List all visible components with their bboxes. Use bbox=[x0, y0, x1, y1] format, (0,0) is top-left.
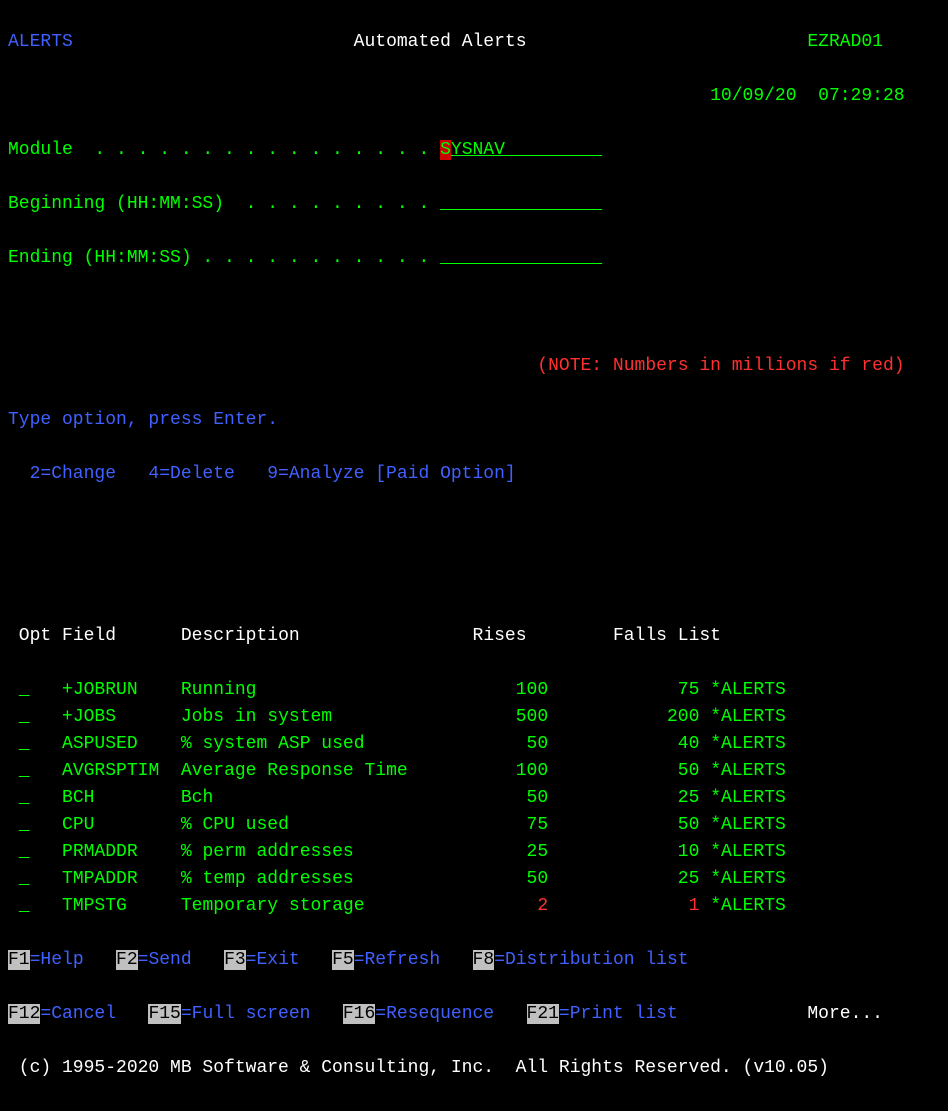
rises-cell: 500 bbox=[419, 707, 549, 727]
fkey-f3-label: =Exit bbox=[246, 950, 300, 970]
falls-cell: 25 bbox=[548, 869, 699, 889]
opt-input[interactable] bbox=[19, 761, 30, 781]
field-cell: CPU bbox=[62, 815, 170, 835]
list-cell: *ALERTS bbox=[710, 734, 786, 754]
rises-cell: 100 bbox=[419, 680, 549, 700]
rises-cell: 50 bbox=[419, 734, 549, 754]
list-cell: *ALERTS bbox=[710, 788, 786, 808]
beginning-label: Beginning (HH:MM:SS) . . . . . . . . . bbox=[8, 194, 429, 214]
falls-cell: 50 bbox=[548, 815, 699, 835]
field-cell: BCH bbox=[62, 788, 170, 808]
field-cell: TMPSTG bbox=[62, 896, 170, 916]
ending-input[interactable] bbox=[440, 248, 602, 268]
list-cell: *ALERTS bbox=[710, 680, 786, 700]
fkey-f8[interactable]: F8 bbox=[473, 950, 495, 970]
fkey-f15-label: =Full screen bbox=[181, 1004, 311, 1024]
fkey-f5-label: =Refresh bbox=[354, 950, 440, 970]
list-cell: *ALERTS bbox=[710, 707, 786, 727]
falls-cell: 10 bbox=[548, 842, 699, 862]
fkey-f8-label: =Distribution list bbox=[494, 950, 688, 970]
opt-input[interactable] bbox=[19, 842, 30, 862]
module-input-cursor[interactable]: S bbox=[440, 140, 451, 160]
module-label: Module . . . . . . . . . . . . . . . . bbox=[8, 140, 429, 160]
fkey-f2-label: =Send bbox=[138, 950, 192, 970]
module-input-pad[interactable] bbox=[505, 140, 602, 160]
fkey-f21-label: =Print list bbox=[559, 1004, 678, 1024]
table-row: AVGRSPTIM Average Response Time 100 50 *… bbox=[8, 758, 940, 785]
panel-id: ALERTS bbox=[8, 32, 73, 52]
fkey-f15[interactable]: F15 bbox=[148, 1004, 180, 1024]
opt-input[interactable] bbox=[19, 869, 30, 889]
date: 10/09/20 bbox=[710, 86, 796, 106]
copyright: (c) 1995-2020 MB Software & Consulting, … bbox=[8, 1055, 940, 1082]
falls-cell: 1 bbox=[548, 896, 699, 916]
opt-input[interactable] bbox=[19, 788, 30, 808]
opt-input[interactable] bbox=[19, 815, 30, 835]
falls-cell: 200 bbox=[548, 707, 699, 727]
field-cell: ASPUSED bbox=[62, 734, 170, 754]
table-row: BCH Bch 50 25 *ALERTS bbox=[8, 785, 940, 812]
desc-cell: Jobs in system bbox=[181, 707, 419, 727]
list-cell: *ALERTS bbox=[710, 896, 786, 916]
table-row: TMPSTG Temporary storage 2 1 *ALERTS bbox=[8, 893, 940, 920]
opt-input[interactable] bbox=[19, 734, 30, 754]
fkey-f21[interactable]: F21 bbox=[527, 1004, 559, 1024]
table-row: +JOBRUN Running 100 75 *ALERTS bbox=[8, 677, 940, 704]
list-cell: *ALERTS bbox=[710, 815, 786, 835]
page-title: Automated Alerts bbox=[354, 32, 527, 52]
fkey-f1-label: =Help bbox=[30, 950, 84, 970]
field-cell: +JOBS bbox=[62, 707, 170, 727]
prompt-line: Type option, press Enter. bbox=[8, 410, 278, 430]
opt-input[interactable] bbox=[19, 707, 30, 727]
list-cell: *ALERTS bbox=[710, 842, 786, 862]
rises-cell: 25 bbox=[419, 842, 549, 862]
option-help: 2=Change 4=Delete 9=Analyze [Paid Option… bbox=[8, 464, 516, 484]
rises-cell: 2 bbox=[419, 896, 549, 916]
falls-cell: 40 bbox=[548, 734, 699, 754]
desc-cell: % temp addresses bbox=[181, 869, 419, 889]
table-row: PRMADDR % perm addresses 25 10 *ALERTS bbox=[8, 839, 940, 866]
field-cell: PRMADDR bbox=[62, 842, 170, 862]
rises-cell: 50 bbox=[419, 788, 549, 808]
fkey-f3[interactable]: F3 bbox=[224, 950, 246, 970]
module-input[interactable]: YSNAV bbox=[451, 140, 505, 160]
rises-cell: 75 bbox=[419, 815, 549, 835]
fkey-f2[interactable]: F2 bbox=[116, 950, 138, 970]
desc-cell: Average Response Time bbox=[181, 761, 419, 781]
desc-cell: Bch bbox=[181, 788, 419, 808]
rises-cell: 50 bbox=[419, 869, 549, 889]
fkey-f16[interactable]: F16 bbox=[343, 1004, 375, 1024]
table-row: CPU % CPU used 75 50 *ALERTS bbox=[8, 812, 940, 839]
field-cell: AVGRSPTIM bbox=[62, 761, 170, 781]
more-indicator: More... bbox=[807, 1004, 883, 1024]
desc-cell: % perm addresses bbox=[181, 842, 419, 862]
falls-cell: 25 bbox=[548, 788, 699, 808]
field-cell: +JOBRUN bbox=[62, 680, 170, 700]
table-row: TMPADDR % temp addresses 50 25 *ALERTS bbox=[8, 866, 940, 893]
note: (NOTE: Numbers in millions if red) bbox=[537, 356, 904, 376]
desc-cell: % system ASP used bbox=[181, 734, 419, 754]
fkey-f12[interactable]: F12 bbox=[8, 1004, 40, 1024]
fkey-f1[interactable]: F1 bbox=[8, 950, 30, 970]
time: 07:29:28 bbox=[818, 86, 904, 106]
desc-cell: Running bbox=[181, 680, 419, 700]
ending-label: Ending (HH:MM:SS) . . . . . . . . . . . bbox=[8, 248, 429, 268]
fkey-f12-label: =Cancel bbox=[40, 1004, 116, 1024]
falls-cell: 50 bbox=[548, 761, 699, 781]
opt-input[interactable] bbox=[19, 896, 30, 916]
fkey-f5[interactable]: F5 bbox=[332, 950, 354, 970]
fkey-f16-label: =Resequence bbox=[375, 1004, 494, 1024]
opt-input[interactable] bbox=[19, 680, 30, 700]
rises-cell: 100 bbox=[419, 761, 549, 781]
list-cell: *ALERTS bbox=[710, 869, 786, 889]
desc-cell: Temporary storage bbox=[181, 896, 419, 916]
falls-cell: 75 bbox=[548, 680, 699, 700]
table-row: ASPUSED % system ASP used 50 40 *ALERTS bbox=[8, 731, 940, 758]
list-cell: *ALERTS bbox=[710, 761, 786, 781]
desc-cell: % CPU used bbox=[181, 815, 419, 835]
beginning-input[interactable] bbox=[440, 194, 602, 214]
table-row: +JOBS Jobs in system 500 200 *ALERTS bbox=[8, 704, 940, 731]
field-cell: TMPADDR bbox=[62, 869, 170, 889]
system-id: EZRAD01 bbox=[807, 32, 883, 52]
